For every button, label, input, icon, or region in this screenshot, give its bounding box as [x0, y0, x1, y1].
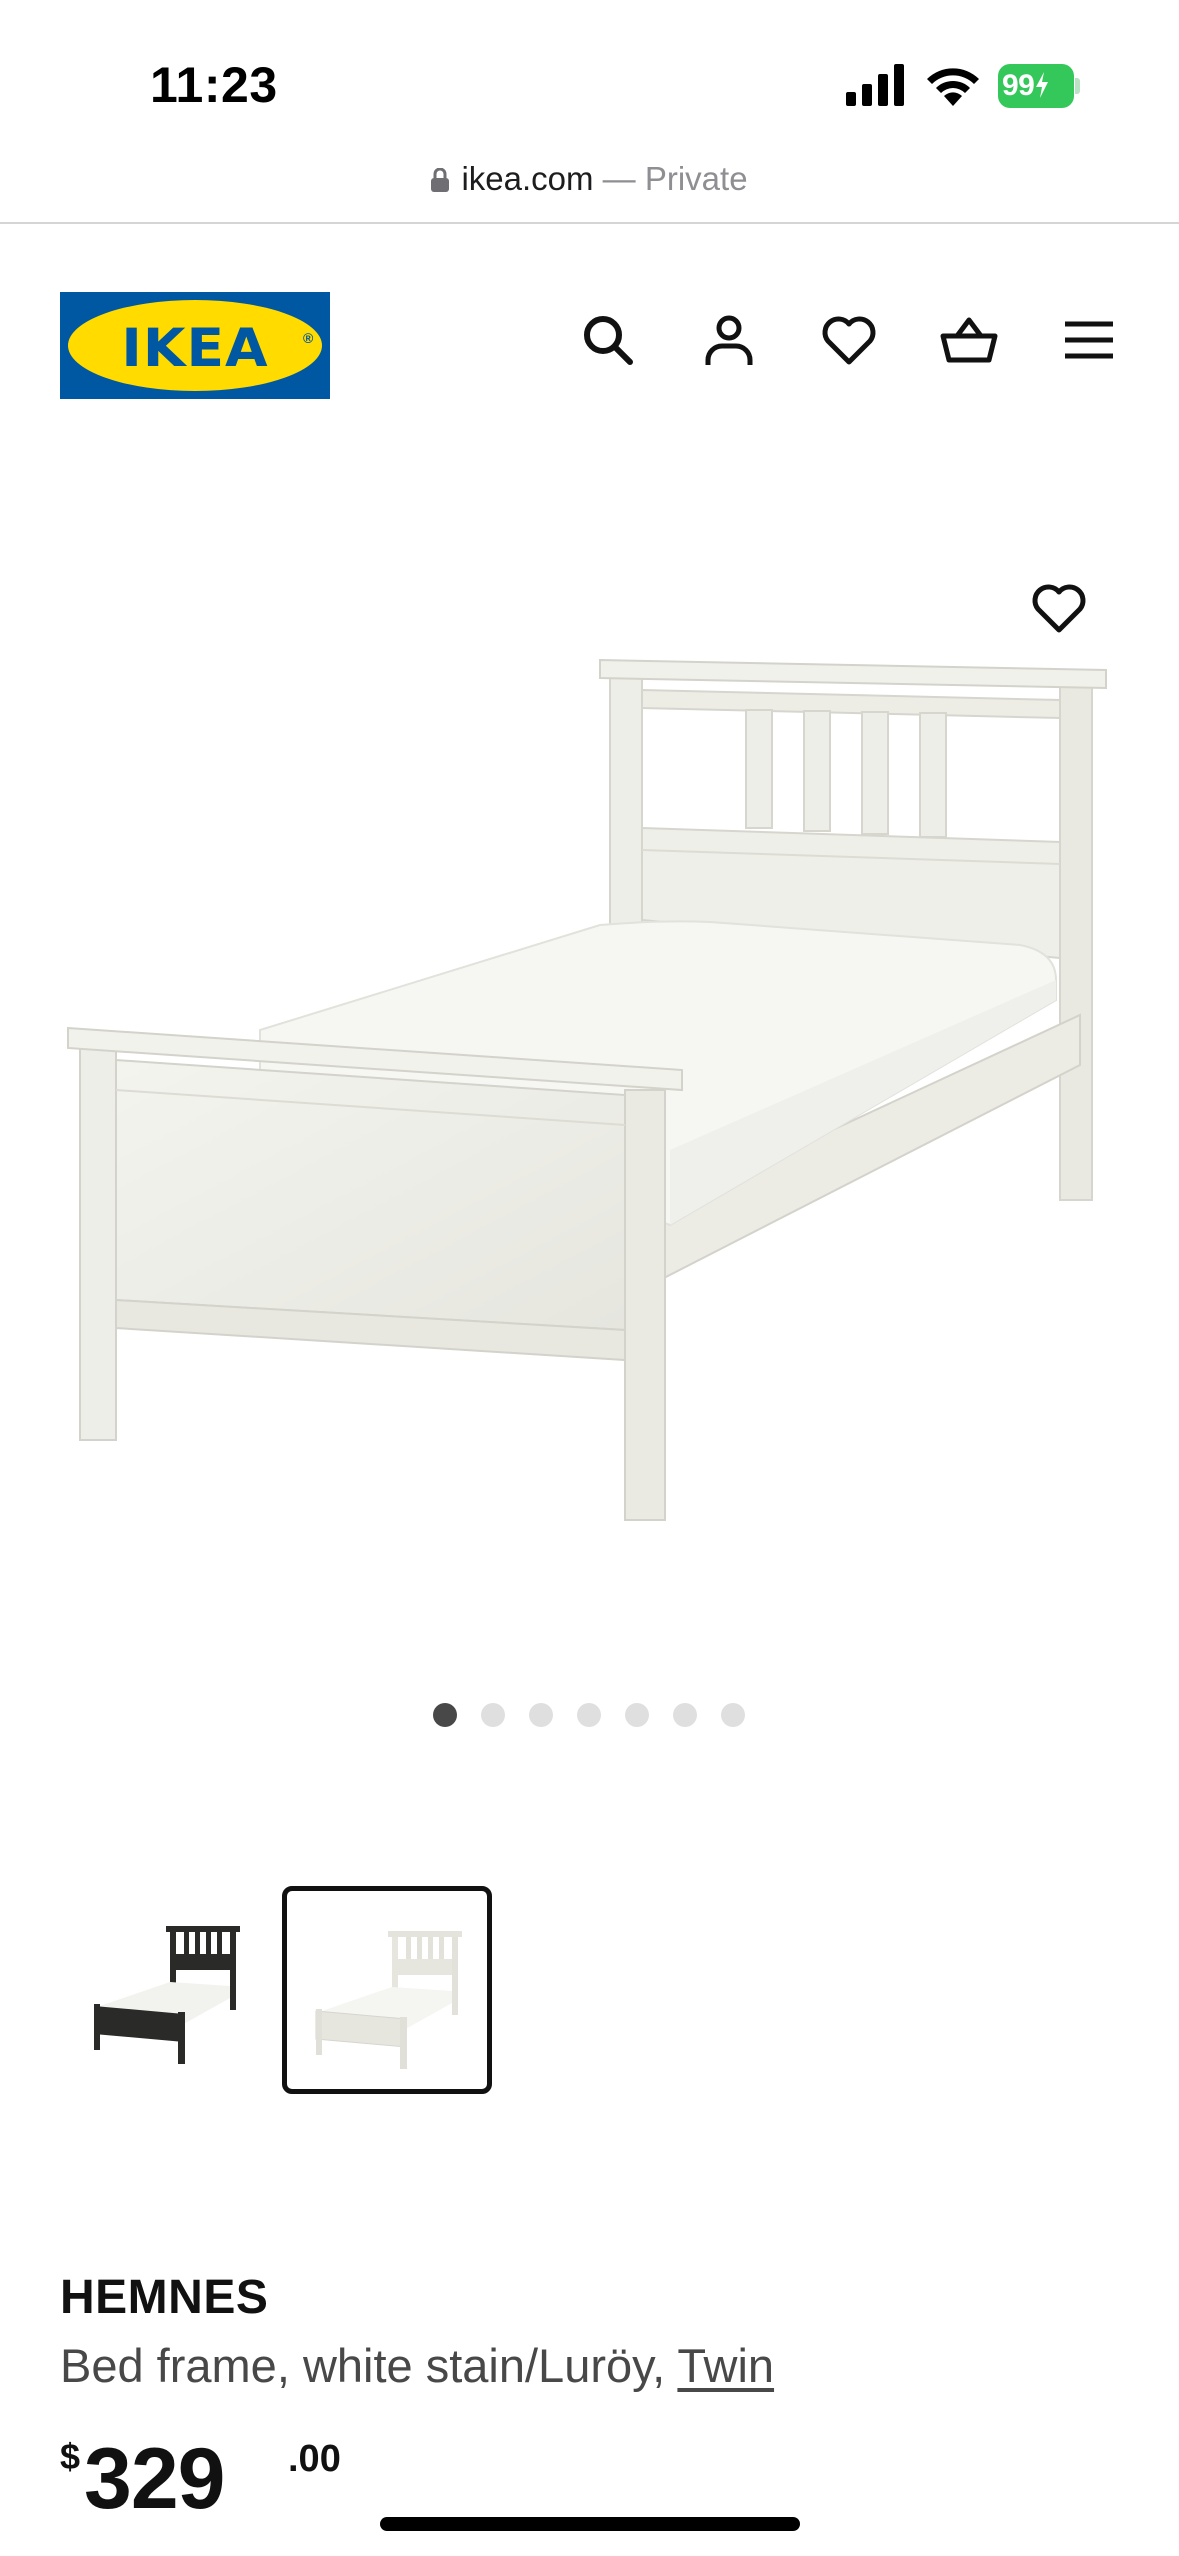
url-separator: —	[602, 160, 636, 197]
logo-text: IKEA	[121, 317, 269, 379]
color-thumbnail-white-stain[interactable]	[282, 1886, 492, 2094]
lock-icon	[431, 168, 450, 192]
cellular-signal-icon	[846, 64, 904, 106]
private-label: Private	[644, 160, 748, 197]
carousel-dot[interactable]	[625, 1703, 649, 1727]
carousel-dot[interactable]	[577, 1703, 601, 1727]
home-indicator	[380, 2517, 800, 2531]
carousel-dot[interactable]	[721, 1703, 745, 1727]
product-image[interactable]	[60, 560, 1120, 1540]
heart-icon	[1032, 584, 1086, 633]
product-description: Bed frame, white stain/Luröy, Twin	[60, 2338, 774, 2393]
battery-level: 99	[1002, 69, 1035, 102]
price-currency: $	[60, 2436, 81, 2477]
carousel-dot[interactable]	[529, 1703, 553, 1727]
product-name: HEMNES	[60, 2271, 269, 2324]
battery-icon: 99	[998, 64, 1080, 108]
wifi-icon	[927, 68, 979, 106]
menu-icon[interactable]	[1059, 310, 1119, 370]
price-decimal: .00	[288, 2438, 341, 2480]
status-bar: 11:23 99	[0, 0, 1179, 150]
account-icon[interactable]	[699, 310, 759, 370]
size-link[interactable]: Twin	[677, 2339, 774, 2392]
add-to-favourites-button[interactable]	[1028, 578, 1090, 640]
price-integer: 329	[84, 2431, 225, 2527]
carousel-dots	[0, 1703, 1179, 1727]
search-icon[interactable]	[578, 310, 638, 370]
favourites-icon[interactable]	[819, 310, 879, 370]
url-domain: ikea.com	[461, 160, 594, 197]
charging-bolt-icon	[1036, 72, 1049, 98]
status-time: 11:23	[150, 57, 278, 113]
carousel-dot[interactable]	[433, 1703, 457, 1727]
color-thumbnail-black-brown[interactable]	[60, 1886, 270, 2094]
carousel-dot[interactable]	[673, 1703, 697, 1727]
ikea-logo[interactable]: IKEA ®	[60, 292, 330, 399]
cart-icon[interactable]	[939, 310, 999, 370]
product-description-text: Bed frame, white stain/Luröy,	[60, 2339, 678, 2392]
carousel-dot[interactable]	[481, 1703, 505, 1727]
url-bar[interactable]: ikea.com — Private	[0, 150, 1179, 224]
